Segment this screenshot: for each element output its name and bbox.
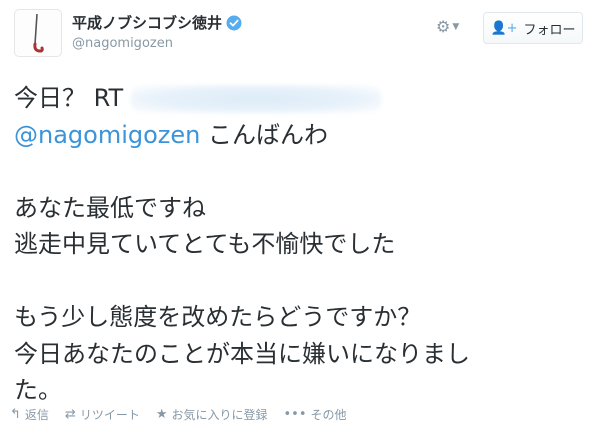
reply-icon: ↰ [10,407,21,422]
display-name[interactable]: 平成ノブシコブシ徳井 [72,12,242,33]
retweet-button[interactable]: ⇄ リツイート [65,406,140,423]
reply-button[interactable]: ↰ 返信 [10,406,49,423]
favorite-button[interactable]: ★ お気に入りに登録 [156,406,268,423]
tweet-line-1: 今日？ RT [14,80,584,117]
mention-link[interactable]: @nagomigozen [14,121,200,149]
avatar[interactable] [14,9,62,57]
star-icon: ★ [155,407,168,422]
tweet-line-5: もう少し態度を改めたらどうですか？ [14,303,422,331]
tweet-text: 今日？ RT @nagomigozen こんばんわ あなた最低ですね 逃走中見て… [14,80,584,409]
golf-club-icon [33,13,44,53]
retweet-label: リツイート [79,408,140,422]
blurred-mention [131,85,382,113]
user-handle[interactable]: @nagomigozen [72,36,173,51]
tweet-greeting: こんばんわ [200,120,329,149]
more-dots-icon: ••• [283,407,307,422]
retweet-icon: ⇄ [64,407,76,422]
gear-icon: ⚙ [436,17,451,36]
tweet-rt-text: 今日？ RT [14,84,124,112]
follow-label: フォロー [523,22,576,38]
reply-label: 返信 [24,408,49,422]
more-button[interactable]: ••• その他 [284,406,347,423]
favorite-label: お気に入りに登録 [171,408,268,422]
verified-badge-icon [226,15,242,30]
user-actions-menu[interactable]: ⚙ ▼ [436,17,459,36]
tweet-line-6: 今日あなたのことが本当に嫌いになりまし [14,339,470,368]
follow-button[interactable]: 👤+ フォロー [483,12,583,44]
tweet-line-4: 逃走中見ていてとても不愉快でした [14,230,396,258]
add-user-icon: 👤+ [490,20,518,36]
chevron-down-icon: ▼ [452,21,460,32]
tweet-actions: ↰ 返信 ⇄ リツイート ★ お気に入りに登録 ••• その他 [10,406,347,423]
tweet-line-7: た。 [14,376,62,404]
display-name-text[interactable]: 平成ノブシコブシ徳井 [72,12,222,33]
tweet-line-2: @nagomigozen こんばんわ [14,117,584,154]
tweet-line-3: あなた最低ですね [14,193,206,222]
more-label: その他 [310,408,347,422]
